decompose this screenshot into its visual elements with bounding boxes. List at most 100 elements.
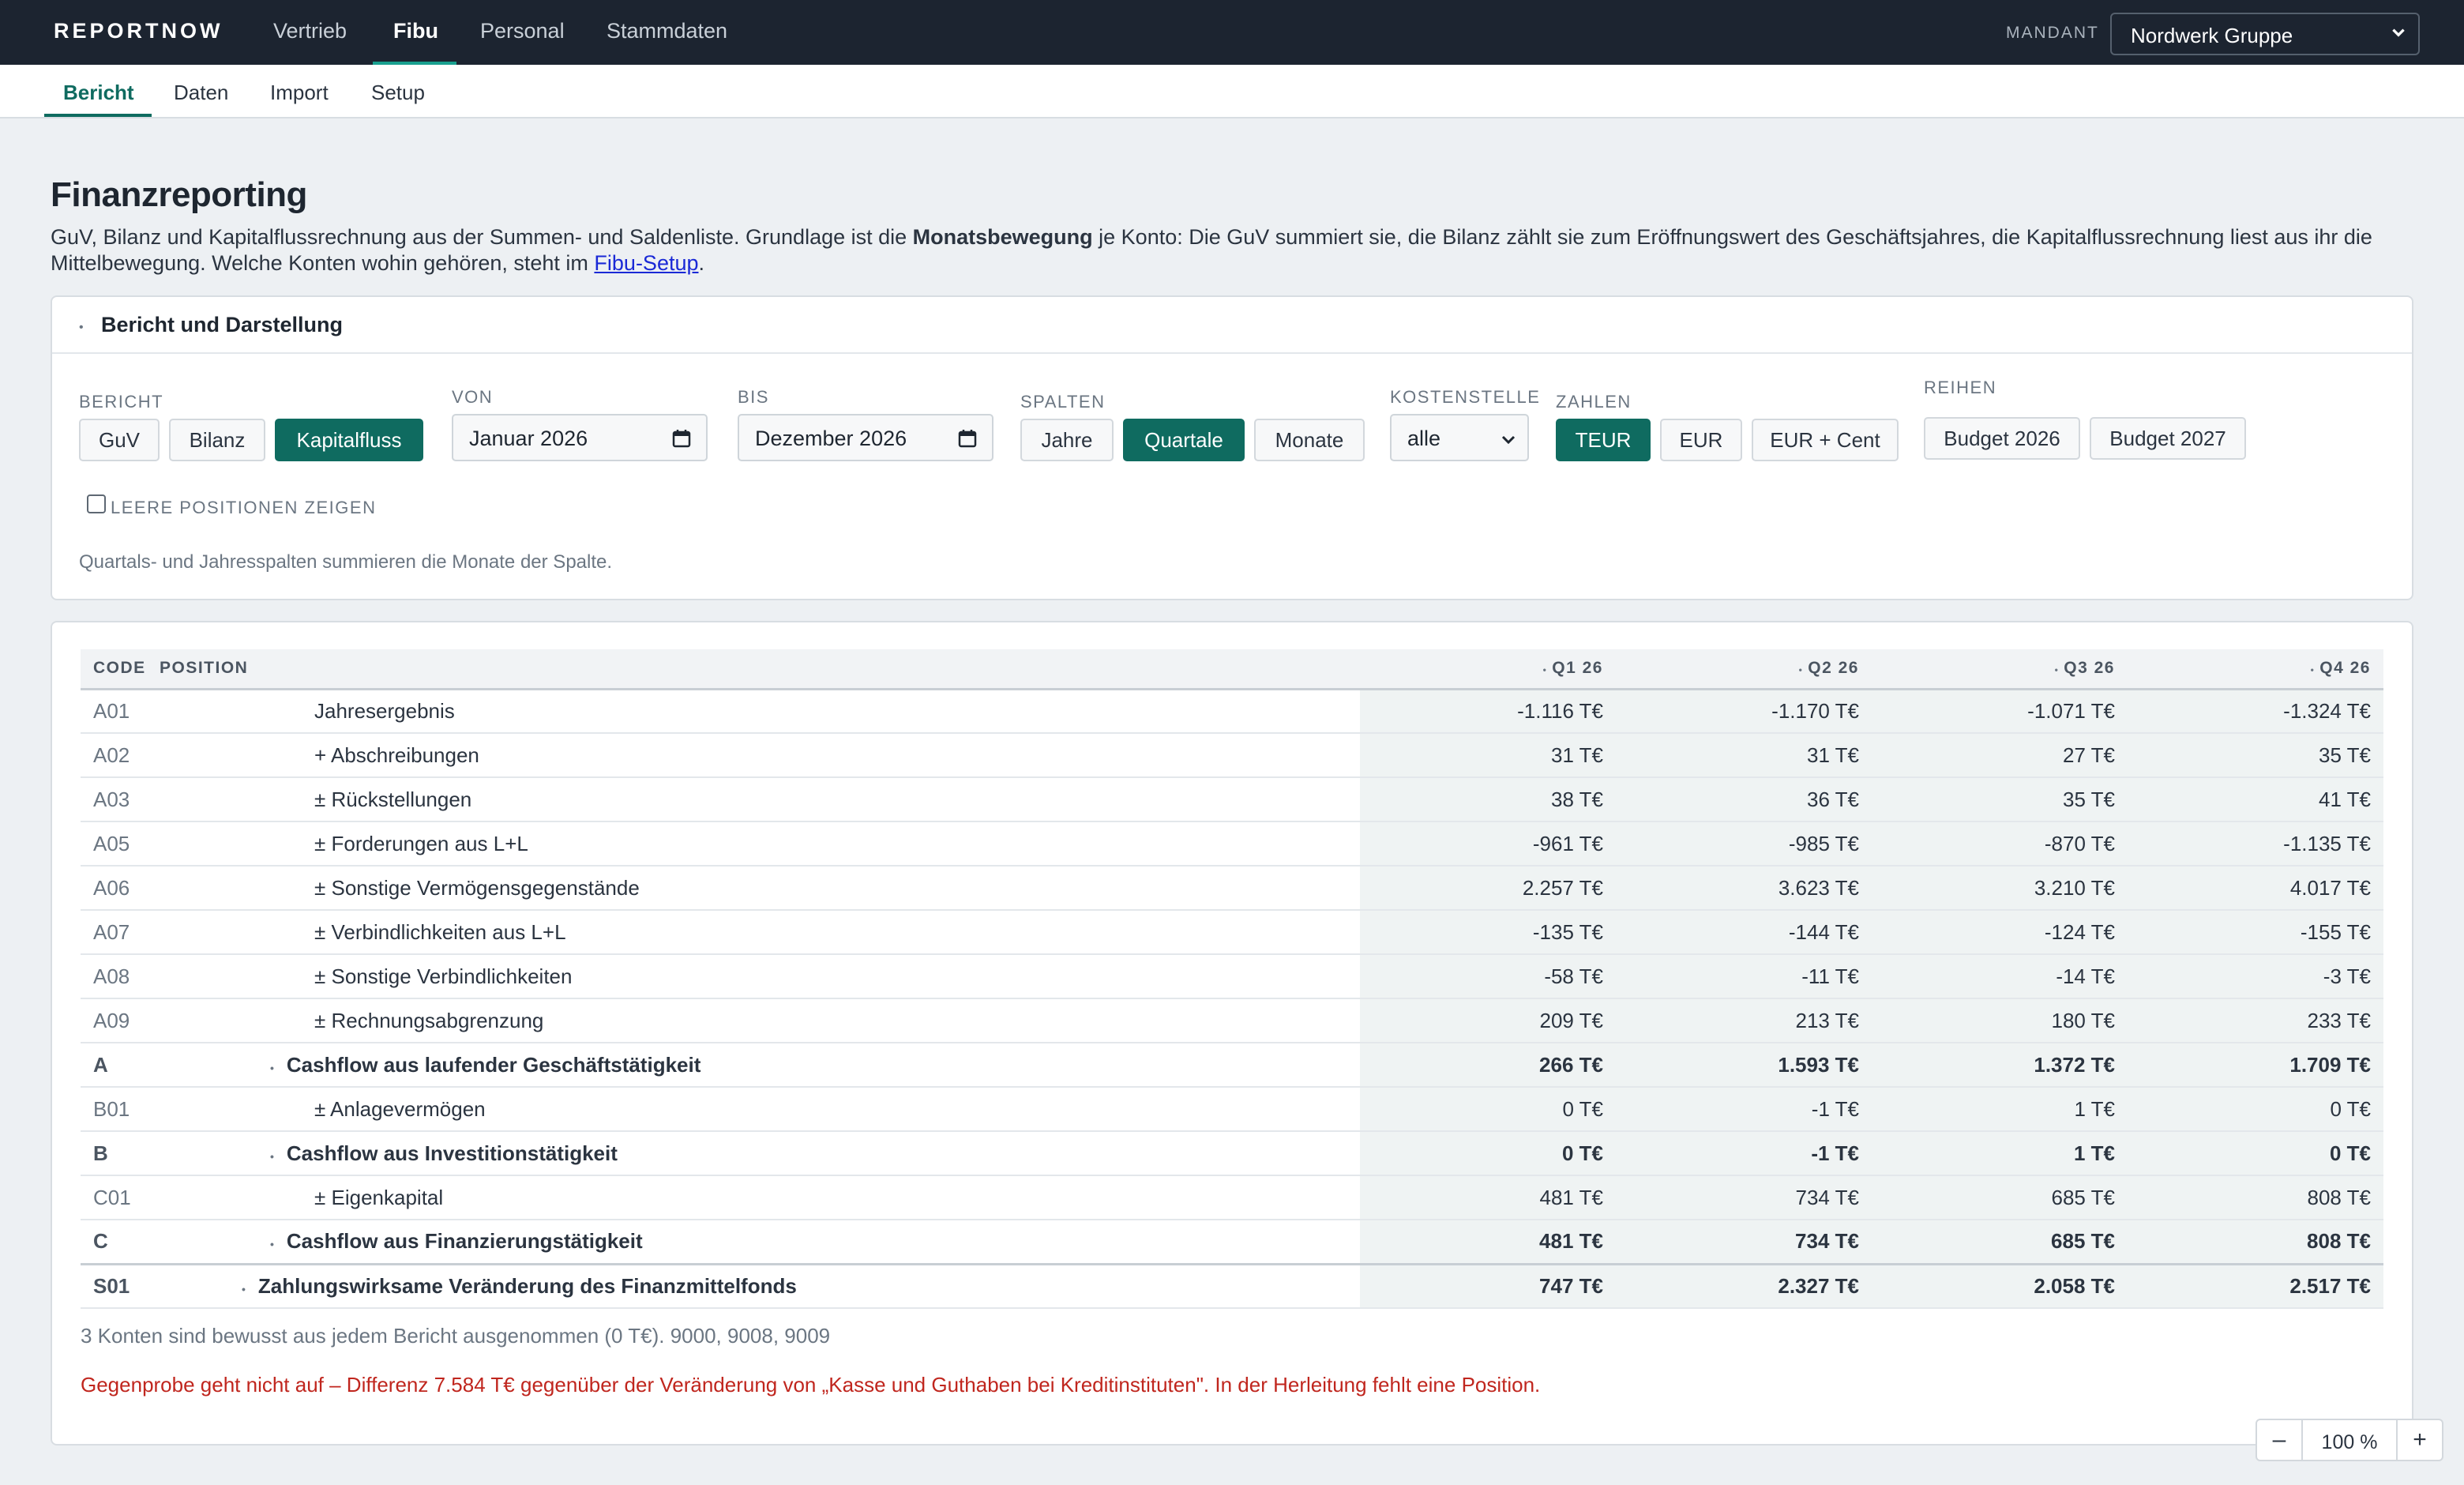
row-code: C01 — [81, 1175, 160, 1220]
bericht-guv-button[interactable]: GuV — [79, 419, 160, 461]
table-header-row: CODE POSITION • Q1 26 • Q2 26 • Q3 26 • Q4 2… — [81, 649, 2383, 690]
settings-card-header[interactable]: • Bericht und Darstellung — [52, 297, 2412, 354]
topnav-vertrieb[interactable]: Vertrieb — [273, 19, 347, 43]
row-code: C — [81, 1220, 160, 1265]
row-position: ± Eigenkapital — [160, 1175, 1360, 1220]
row-value-q1: -961 T€ — [1360, 821, 1616, 867]
row-position: ± Rückstellungen — [160, 777, 1360, 822]
row-value-q4: 0 T€ — [2128, 1087, 2383, 1132]
table-subtotal-row: B • Cashflow aus Investitionstätigkeit 0 … — [81, 1131, 2383, 1176]
row-position: ± Rechnungsabgrenzung — [160, 998, 1360, 1043]
tab-import[interactable]: Import — [270, 81, 329, 105]
row-value-q4: -1.324 T€ — [2128, 689, 2383, 734]
zoom-in-button[interactable]: + — [2396, 1420, 2442, 1460]
row-code: A09 — [81, 998, 160, 1043]
bis-label: BIS — [738, 387, 769, 407]
zahlen-eur-cent-button[interactable]: EUR + Cent — [1752, 419, 1899, 461]
row-value-q2: 1.593 T€ — [1616, 1043, 1872, 1088]
row-value-q1: -135 T€ — [1360, 910, 1616, 955]
row-value-q2: -1 T€ — [1616, 1131, 1872, 1176]
row-value-q4: 2.517 T€ — [2128, 1262, 2383, 1309]
row-value-q2: 36 T€ — [1616, 777, 1872, 822]
row-value-q1: 481 T€ — [1360, 1175, 1616, 1220]
row-value-q1: 481 T€ — [1360, 1220, 1616, 1265]
row-position[interactable]: • Zahlungswirksame Veränderung des Finanz… — [160, 1262, 1360, 1309]
calendar-icon[interactable] — [671, 428, 692, 449]
app-brand[interactable]: REPORTNOW — [54, 19, 223, 43]
row-position[interactable]: • Cashflow aus laufender Geschäftstätigke… — [160, 1043, 1360, 1088]
column-header-q1[interactable]: • Q1 26 — [1360, 649, 1616, 690]
topnav-personal[interactable]: Personal — [480, 19, 565, 43]
spalten-jahre-button[interactable]: Jahre — [1020, 419, 1114, 461]
topnav-stammdaten[interactable]: Stammdaten — [607, 19, 727, 43]
tab-setup[interactable]: Setup — [371, 81, 425, 105]
mandant-value: Nordwerk Gruppe — [2131, 24, 2293, 47]
row-position: + Abschreibungen — [160, 733, 1360, 778]
leere-positionen-label[interactable]: LEERE POSITIONEN ZEIGEN — [111, 498, 376, 518]
von-value: Januar 2026 — [469, 427, 588, 450]
row-value-q3: 2.058 T€ — [1872, 1262, 2128, 1309]
table-subtotal-row: C • Cashflow aus Finanzierungstätigkeit 4… — [81, 1220, 2383, 1265]
row-value-q1: 747 T€ — [1360, 1262, 1616, 1309]
mandant-label: MANDANT — [2006, 24, 2099, 42]
row-position: Jahresergebnis — [160, 689, 1360, 734]
von-month-input[interactable]: Januar 2026 — [452, 414, 708, 461]
reconciliation-warning: Gegenprobe geht nicht auf – Differenz 7.… — [81, 1373, 1541, 1397]
tab-daten[interactable]: Daten — [174, 81, 228, 105]
bericht-kapitalfluss-button[interactable]: Kapitalfluss — [275, 419, 423, 461]
zahlen-teur-button[interactable]: TEUR — [1556, 419, 1651, 461]
cashflow-table: CODE POSITION • Q1 26 • Q2 26 • Q3 26 • Q4 2… — [81, 649, 2383, 1309]
column-header-q3-label: Q3 26 — [2064, 659, 2115, 678]
zahlen-eur-button[interactable]: EUR — [1660, 419, 1742, 461]
sort-bullet-icon: • — [2054, 664, 2060, 676]
row-value-q3: -124 T€ — [1872, 910, 2128, 955]
row-position: ± Forderungen aus L+L — [160, 821, 1360, 867]
row-value-q1: 0 T€ — [1360, 1131, 1616, 1176]
row-code: A02 — [81, 733, 160, 778]
mandant-select[interactable]: Nordwerk Gruppe — [2110, 13, 2420, 55]
row-value-q3: -1.071 T€ — [1872, 689, 2128, 734]
row-value-q1: 2.257 T€ — [1360, 866, 1616, 911]
row-value-q4: -155 T€ — [2128, 910, 2383, 955]
row-code: A — [81, 1043, 160, 1088]
zoom-control: – 100 % + — [2256, 1419, 2443, 1461]
reihen-budget-2027-button[interactable]: Budget 2027 — [2090, 417, 2246, 460]
sort-bullet-icon: • — [1542, 664, 1548, 676]
zoom-out-button[interactable]: – — [2257, 1420, 2303, 1460]
row-position[interactable]: • Cashflow aus Finanzierungstätigkeit — [160, 1220, 1360, 1265]
bis-month-input[interactable]: Dezember 2026 — [738, 414, 993, 461]
collapse-bullet-icon: • — [242, 1282, 246, 1295]
row-position: ± Verbindlichkeiten aus L+L — [160, 910, 1360, 955]
row-value-q1: 31 T€ — [1360, 733, 1616, 778]
kostenstelle-label: KOSTENSTELLE — [1390, 387, 1541, 407]
tab-bericht[interactable]: Bericht — [63, 81, 134, 105]
leere-positionen-checkbox[interactable] — [87, 494, 106, 513]
column-header-q4[interactable]: • Q4 26 — [2128, 649, 2383, 690]
row-position: ± Anlagevermögen — [160, 1087, 1360, 1132]
spalten-monate-button[interactable]: Monate — [1254, 419, 1365, 461]
topnav-fibu[interactable]: Fibu — [393, 19, 438, 43]
row-value-q1: -1.116 T€ — [1360, 689, 1616, 734]
bericht-bilanz-button[interactable]: Bilanz — [169, 419, 265, 461]
row-value-q3: 1.372 T€ — [1872, 1043, 2128, 1088]
row-code: B01 — [81, 1087, 160, 1132]
row-value-q3: 685 T€ — [1872, 1175, 2128, 1220]
row-value-q4: 808 T€ — [2128, 1175, 2383, 1220]
calendar-icon[interactable] — [957, 428, 978, 449]
settings-card: • Bericht und Darstellung BERICHT GuV Bi… — [51, 295, 2413, 600]
row-value-q2: 31 T€ — [1616, 733, 1872, 778]
row-position[interactable]: • Cashflow aus Investitionstätigkeit — [160, 1131, 1360, 1176]
reihen-budget-2026-button[interactable]: Budget 2026 — [1924, 417, 2080, 460]
row-value-q4: 0 T€ — [2128, 1131, 2383, 1176]
row-value-q1: -58 T€ — [1360, 954, 1616, 999]
column-header-q3[interactable]: • Q3 26 — [1872, 649, 2128, 690]
fibu-setup-link[interactable]: Fibu-Setup — [594, 251, 698, 275]
row-value-q1: 0 T€ — [1360, 1087, 1616, 1132]
von-label: VON — [452, 387, 494, 407]
kostenstelle-select[interactable]: alle — [1390, 414, 1529, 461]
spalten-label: SPALTEN — [1020, 392, 1106, 412]
spalten-quartale-button[interactable]: Quartale — [1123, 419, 1245, 461]
row-position-label: Cashflow aus laufender Geschäftstätigkei… — [286, 1052, 701, 1077]
sort-bullet-icon: • — [2310, 664, 2316, 676]
column-header-q2[interactable]: • Q2 26 — [1616, 649, 1872, 690]
